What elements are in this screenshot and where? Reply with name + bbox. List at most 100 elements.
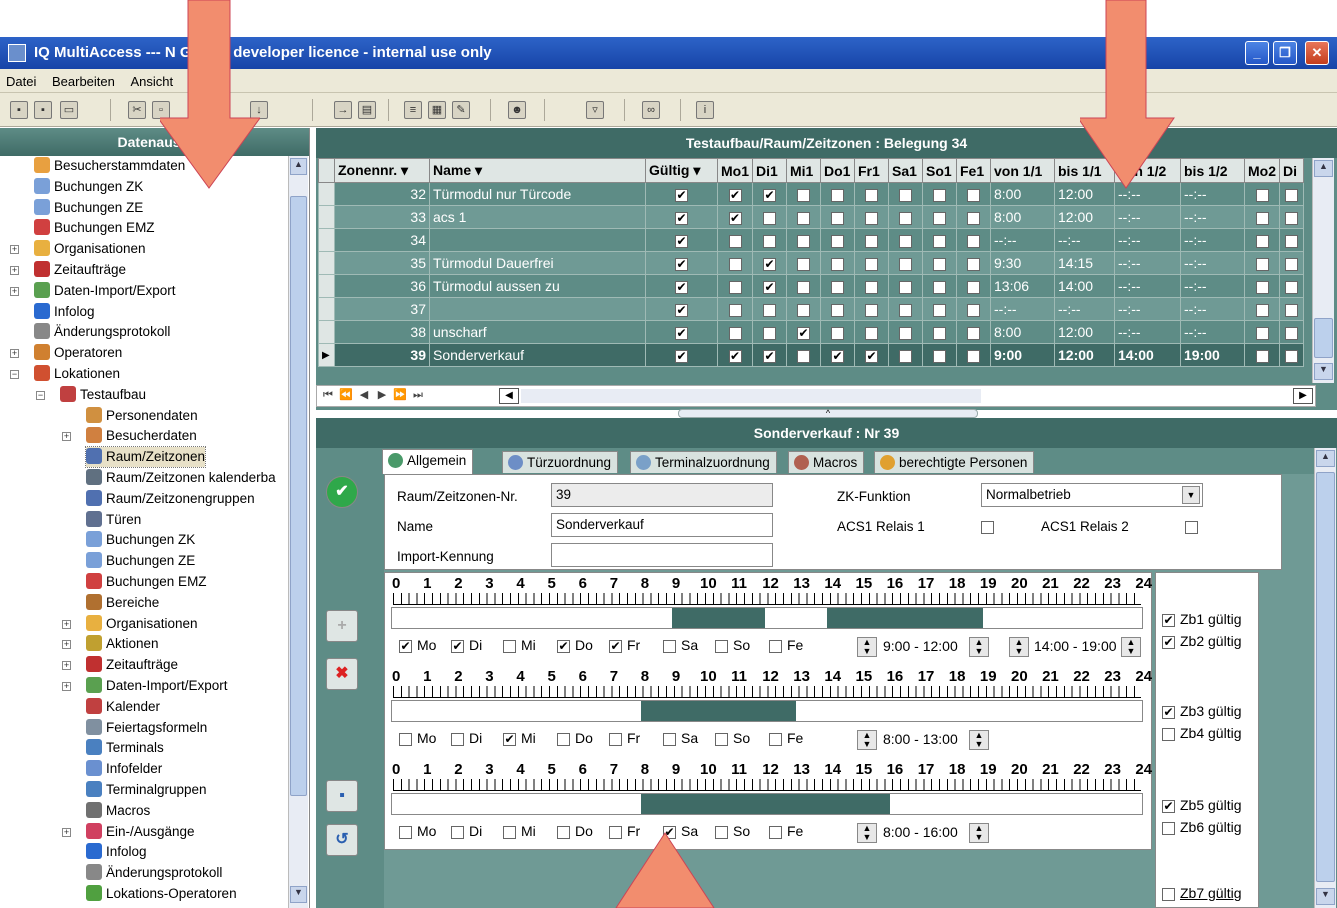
- spin-button[interactable]: ▲ ▼: [969, 823, 989, 843]
- grid-scroll-thumb[interactable]: [1314, 318, 1333, 358]
- tab-allgemein[interactable]: Allgemein: [382, 449, 474, 474]
- time-cell[interactable]: 14:00: [1114, 343, 1181, 367]
- time-cell[interactable]: --:--: [1114, 297, 1181, 321]
- day-mi[interactable]: ✔ Mi: [503, 730, 536, 746]
- tree-item-6[interactable]: Zeitaufträge: [34, 260, 126, 280]
- zone-nr-cell[interactable]: 35: [334, 251, 430, 275]
- day-checkbox[interactable]: [557, 825, 570, 839]
- zone-name-cell[interactable]: Sonderverkauf: [429, 343, 646, 367]
- column-header[interactable]: Zonennr. ▾: [334, 158, 430, 183]
- save-icon[interactable]: ▪: [10, 101, 28, 119]
- grid-checkbox[interactable]: [967, 257, 980, 271]
- delete-x-icon[interactable]: ✖: [326, 658, 358, 690]
- spin-button[interactable]: ▲ ▼: [1121, 637, 1141, 657]
- tree-item-34[interactable]: Infolog: [86, 842, 147, 862]
- day-checkbox[interactable]: [609, 732, 622, 746]
- zone-nr-cell[interactable]: 36: [334, 274, 430, 298]
- detail-scrollbar[interactable]: ▲ ▼: [1314, 448, 1336, 908]
- zb-checkbox[interactable]: [1162, 821, 1175, 835]
- nav-button-6[interactable]: ⏭: [409, 389, 427, 402]
- detail-scroll-up[interactable]: ▲: [1316, 450, 1335, 467]
- filter-icon[interactable]: ▿: [586, 101, 604, 119]
- tree-item-12[interactable]: Testaufbau: [60, 385, 146, 405]
- grid-checkbox[interactable]: [763, 211, 776, 225]
- zb-validity-6[interactable]: Zb6 gültig: [1162, 819, 1241, 835]
- spin-button[interactable]: ▲ ▼: [969, 637, 989, 657]
- time-bar[interactable]: [391, 793, 1143, 815]
- grid-checkbox[interactable]: ✔: [675, 188, 688, 202]
- grid-checkbox[interactable]: ✔: [728, 188, 742, 202]
- tree-item-16[interactable]: Raum/Zeitzonen kalenderba: [86, 468, 276, 488]
- grid-checkbox[interactable]: ✔: [728, 211, 742, 225]
- maximize-button[interactable]: ❐: [1273, 41, 1297, 65]
- day-so[interactable]: So: [715, 730, 750, 746]
- tab-türzuordnung[interactable]: Türzuordnung: [502, 451, 619, 473]
- tree-expander[interactable]: +: [10, 349, 19, 359]
- day-so[interactable]: So: [715, 823, 750, 839]
- day-checkbox[interactable]: [769, 732, 782, 746]
- grid-scrollbar[interactable]: ▲ ▼: [1312, 158, 1334, 383]
- tree-item-14[interactable]: Besucherdaten: [86, 426, 197, 446]
- tree-expander[interactable]: +: [10, 286, 19, 296]
- column-header[interactable]: Do1: [820, 158, 855, 183]
- tree-item-19[interactable]: Buchungen ZK: [86, 530, 195, 550]
- table-row[interactable]: 37 ✔ --:-- --:-- --:-- --:--: [318, 297, 1304, 321]
- grid-checkbox[interactable]: [1285, 211, 1298, 225]
- grid-scroll-down[interactable]: ▼: [1314, 363, 1333, 380]
- grid-checkbox[interactable]: [797, 234, 810, 248]
- chevron-down-icon[interactable]: ▼: [1182, 486, 1200, 504]
- zb-validity-7[interactable]: Zb7 gültig: [1162, 885, 1241, 901]
- grid-checkbox[interactable]: ✔: [865, 349, 878, 363]
- zone-name-cell[interactable]: Türmodul nur Türcode: [429, 182, 646, 206]
- zone-nr-cell[interactable]: 39: [334, 343, 430, 367]
- row-indicator[interactable]: [318, 205, 335, 229]
- grid-checkbox[interactable]: [1255, 188, 1269, 202]
- grid-checkbox[interactable]: [933, 326, 946, 340]
- time-cell[interactable]: --:--: [1180, 228, 1245, 252]
- time-cell[interactable]: --:--: [990, 228, 1055, 252]
- spin-button[interactable]: ▲ ▼: [857, 730, 877, 750]
- export-icon[interactable]: →: [334, 101, 352, 119]
- grid-checkbox[interactable]: ✔: [675, 257, 688, 271]
- day-checkbox[interactable]: [557, 732, 570, 746]
- time-cell[interactable]: --:--: [1114, 251, 1181, 275]
- tree-expander[interactable]: +: [62, 827, 71, 837]
- day-mi[interactable]: Mi: [503, 823, 536, 839]
- grid-checkbox[interactable]: ✔: [763, 349, 776, 363]
- undo-icon[interactable]: ↺: [326, 824, 358, 856]
- column-header[interactable]: Di1: [752, 158, 787, 183]
- tree-expander[interactable]: +: [62, 640, 71, 650]
- open-folder-icon[interactable]: ▭: [60, 101, 78, 119]
- day-checkbox[interactable]: ✔: [399, 639, 412, 653]
- day-fr[interactable]: ✔ Fr: [609, 637, 640, 653]
- tree-item-35[interactable]: Änderungsprotokoll: [86, 863, 222, 883]
- grid-checkbox[interactable]: [1285, 188, 1298, 202]
- column-header[interactable]: Sa1: [888, 158, 923, 183]
- grid-checkbox[interactable]: [933, 349, 946, 363]
- grid-checkbox[interactable]: [865, 188, 878, 202]
- grid-checkbox[interactable]: [797, 303, 810, 317]
- tree-item-11[interactable]: Lokationen: [34, 364, 120, 384]
- zb-validity-5[interactable]: ✔ Zb5 gültig: [1162, 797, 1241, 813]
- nav-button-5[interactable]: ⏩: [391, 388, 409, 401]
- zb-checkbox[interactable]: [1162, 727, 1175, 741]
- time-cell[interactable]: --:--: [1180, 182, 1245, 206]
- tree-item-3[interactable]: Buchungen ZE: [34, 198, 143, 218]
- time-cell[interactable]: 8:00: [990, 205, 1055, 229]
- spin-button[interactable]: ▲ ▼: [857, 823, 877, 843]
- hscroll-thumb[interactable]: [521, 389, 981, 403]
- grid-checkbox[interactable]: [899, 257, 912, 271]
- row-indicator[interactable]: [318, 251, 335, 275]
- grid-checkbox[interactable]: [899, 326, 912, 340]
- day-checkbox[interactable]: [399, 732, 412, 746]
- row-indicator[interactable]: [318, 320, 335, 344]
- edit-icon[interactable]: ✎: [452, 101, 470, 119]
- grid-checkbox[interactable]: [763, 303, 776, 317]
- day-mo[interactable]: Mo: [399, 823, 436, 839]
- grid-checkbox[interactable]: [967, 326, 980, 340]
- grid-checkbox[interactable]: [1285, 280, 1298, 294]
- grid-checkbox[interactable]: [1255, 303, 1269, 317]
- time-segment[interactable]: [827, 608, 983, 628]
- time-range-1[interactable]: 9:00 - 12:00: [883, 638, 958, 654]
- relais1-checkbox[interactable]: [981, 521, 994, 534]
